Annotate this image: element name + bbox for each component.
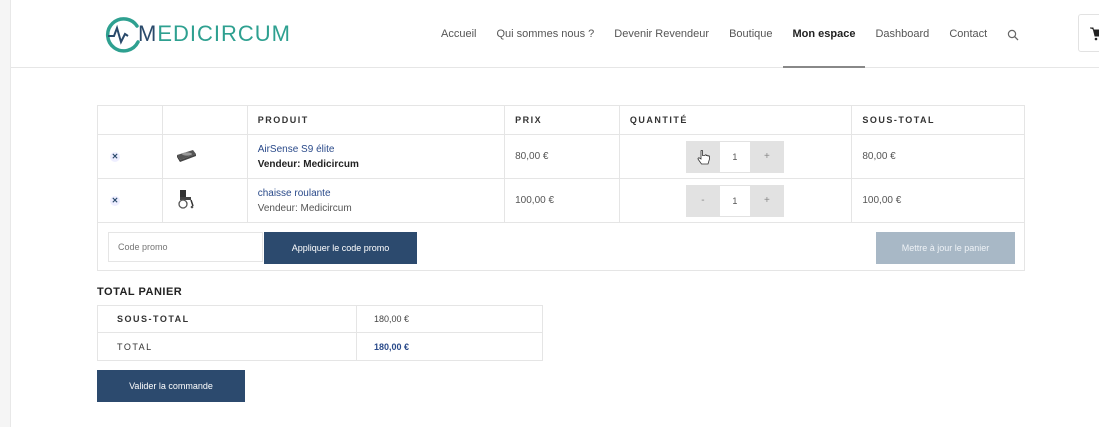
cart-item-row: ✕ AirSense S9 élite Vendeur: Medicircum …: [98, 135, 1024, 179]
nav-qui-sommes-nous[interactable]: Qui sommes nous ?: [496, 0, 594, 68]
cart-table-header: PRODUIT PRIX QUANTITÉ SOUS-TOTAL: [98, 106, 1024, 135]
main-nav: Accueil Qui sommes nous ? Devenir Revend…: [441, 0, 1019, 68]
quantity-cell: - 1 +: [620, 135, 853, 178]
qty-increase-button[interactable]: +: [749, 184, 784, 217]
header-quantity: QUANTITÉ: [620, 106, 853, 134]
qty-increase-button[interactable]: +: [749, 140, 784, 173]
nav-mon-espace[interactable]: Mon espace: [782, 0, 866, 68]
subtotal-cell: 100,00 €: [852, 179, 1024, 222]
search-icon[interactable]: [1007, 28, 1019, 41]
totals-subtotal-label: SOUS-TOTAL: [98, 306, 357, 332]
page: MEDICIRCUM Accueil Qui sommes nous ? Dev…: [10, 0, 1099, 427]
nav-accueil[interactable]: Accueil: [441, 0, 476, 68]
vendor-name: Medicircum: [300, 202, 352, 214]
totals-total-value: 180,00 €: [374, 341, 410, 352]
totals-subtotal-value: 180,00 €: [374, 314, 410, 324]
qty-input[interactable]: 1: [719, 140, 750, 173]
quantity-stepper: - 1 +: [685, 140, 784, 173]
header-remove: [98, 106, 163, 134]
apply-coupon-button[interactable]: Appliquer le code promo: [264, 232, 417, 264]
remove-cell: ✕: [98, 179, 163, 222]
qty-decrease-button[interactable]: -: [685, 184, 720, 217]
cart-table: PRODUIT PRIX QUANTITÉ SOUS-TOTAL ✕ AirSe…: [97, 105, 1025, 271]
cpap-device-icon[interactable]: [175, 147, 197, 166]
quantity-cell: - 1 +: [620, 179, 853, 222]
quantity-stepper: - 1 +: [685, 184, 784, 217]
cart-item-row: ✕ chaisse roulante Vendeur: Medicircum 1…: [98, 179, 1024, 223]
cart-button[interactable]: [1078, 14, 1099, 52]
vendor-label: Vendeur:: [257, 158, 301, 170]
item-subtotal: 80,00 €: [862, 151, 896, 162]
logo-text: MEDICIRCUM: [138, 21, 291, 47]
totals-total-row: TOTAL 180,00 €: [98, 333, 542, 360]
header-price: PRIX: [505, 106, 620, 134]
nav-devenir-revendeur[interactable]: Devenir Revendeur: [614, 0, 709, 68]
remove-cell: ✕: [98, 135, 163, 178]
header-product: PRODUIT: [248, 106, 506, 134]
item-price: 80,00 €: [515, 151, 549, 162]
product-link[interactable]: AirSense S9 élite: [258, 144, 335, 155]
site-logo[interactable]: MEDICIRCUM: [104, 14, 291, 54]
checkout-button[interactable]: Valider la commande: [97, 370, 245, 402]
nav-boutique[interactable]: Boutique: [729, 0, 772, 68]
subtotal-cell: 80,00 €: [852, 135, 1024, 178]
price-cell: 100,00 €: [505, 179, 620, 222]
cart-totals-table: SOUS-TOTAL 180,00 € TOTAL 180,00 €: [97, 305, 543, 361]
item-price: 100,00 €: [515, 195, 555, 206]
logo-wordmark: EDICIRCUM: [157, 21, 291, 46]
header-thumbnail: [163, 106, 248, 134]
wheelchair-icon[interactable]: [177, 189, 195, 212]
product-link[interactable]: chaisse roulante: [258, 188, 331, 199]
totals-subtotal-row: SOUS-TOTAL 180,00 €: [98, 306, 542, 333]
coupon-code-input[interactable]: [108, 232, 263, 262]
item-subtotal: 100,00 €: [862, 195, 902, 206]
thumbnail-cell: [163, 135, 248, 178]
update-cart-button[interactable]: Mettre à jour le panier: [876, 232, 1015, 264]
remove-item-icon[interactable]: ✕: [110, 151, 120, 162]
price-cell: 80,00 €: [505, 135, 620, 178]
header-subtotal: SOUS-TOTAL: [862, 115, 936, 125]
cart-totals-title: TOTAL PANIER: [97, 286, 183, 298]
qty-decrease-button[interactable]: -: [685, 140, 720, 173]
pointer-cursor-icon: [697, 149, 710, 164]
product-cell: chaisse roulante Vendeur: Medicircum: [248, 179, 506, 222]
totals-total-label: TOTAL: [98, 333, 357, 360]
product-vendor: Vendeur: Medicircum: [258, 159, 359, 170]
cart-actions-row: Appliquer le code promo Mettre à jour le…: [98, 223, 1024, 270]
vendor-name: Medicircum: [303, 158, 359, 170]
qty-input[interactable]: 1: [719, 184, 750, 217]
cart-icon: [1090, 27, 1099, 46]
product-vendor: Vendeur: Medicircum: [258, 203, 352, 214]
logo-circle-icon: [104, 14, 144, 54]
vendor-label: Vendeur:: [257, 202, 298, 214]
site-header: MEDICIRCUM Accueil Qui sommes nous ? Dev…: [11, 0, 1099, 68]
nav-contact[interactable]: Contact: [949, 0, 987, 68]
product-cell: AirSense S9 élite Vendeur: Medicircum: [248, 135, 506, 178]
remove-item-icon[interactable]: ✕: [110, 195, 120, 206]
thumbnail-cell: [163, 179, 248, 222]
nav-dashboard[interactable]: Dashboard: [875, 0, 929, 68]
